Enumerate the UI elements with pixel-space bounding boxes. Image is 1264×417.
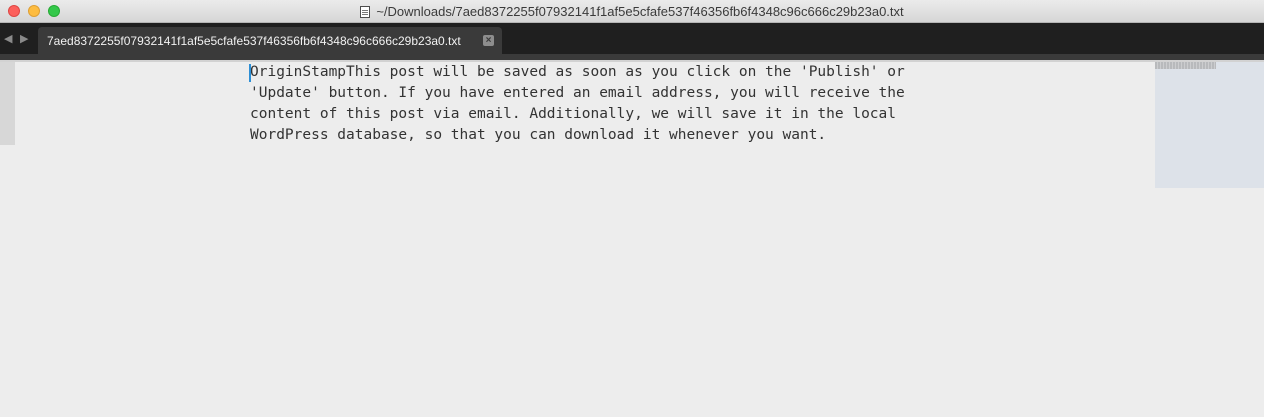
text-line[interactable]: 'Update' button. If you have entered an … bbox=[250, 83, 910, 104]
text-line[interactable]: WordPress database, so that you can down… bbox=[250, 125, 910, 146]
tab-file[interactable]: 7aed8372255f07932141f1af5e5cfafe537f4635… bbox=[38, 27, 502, 54]
text-line[interactable]: OriginStampThis post will be saved as so… bbox=[250, 62, 910, 83]
tab-label: 7aed8372255f07932141f1af5e5cfafe537f4635… bbox=[47, 33, 461, 48]
window-title-group: ~/Downloads/7aed8372255f07932141f1af5e5c… bbox=[0, 0, 1264, 23]
editor-text-area[interactable]: OriginStampThis post will be saved as so… bbox=[249, 62, 910, 146]
window-titlebar: ~/Downloads/7aed8372255f07932141f1af5e5c… bbox=[0, 0, 1264, 23]
text-line[interactable]: content of this post via email. Addition… bbox=[250, 104, 910, 125]
forward-arrow-icon[interactable]: ▶ bbox=[20, 32, 28, 46]
editor-gutter bbox=[0, 62, 15, 145]
text-caret bbox=[249, 64, 251, 82]
document-icon bbox=[360, 5, 371, 18]
back-arrow-icon[interactable]: ◀ bbox=[4, 32, 12, 46]
window-title: ~/Downloads/7aed8372255f07932141f1af5e5c… bbox=[376, 4, 904, 19]
tab-close-icon[interactable]: × bbox=[483, 35, 494, 46]
minimap-text-preview bbox=[1155, 62, 1216, 69]
tab-bar: ◀ ▶ 7aed8372255f07932141f1af5e5cfafe537f… bbox=[0, 23, 1264, 54]
text-editor[interactable]: OriginStampThis post will be saved as so… bbox=[0, 62, 1264, 417]
minimap[interactable] bbox=[1155, 62, 1264, 188]
